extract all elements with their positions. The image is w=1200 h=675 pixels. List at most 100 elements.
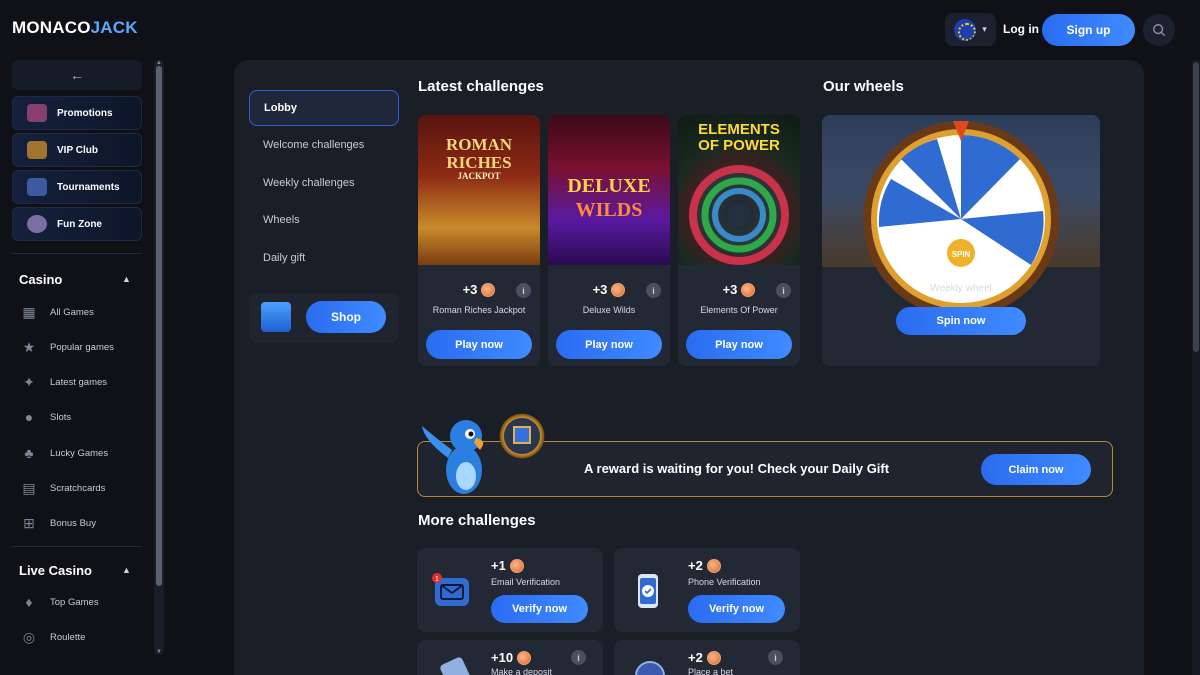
points-reward: +1 xyxy=(491,558,524,573)
bet-chip-icon xyxy=(635,661,665,675)
sidebar-item-label: Bonus Buy xyxy=(50,517,96,529)
spin-now-button[interactable]: Spin now xyxy=(896,307,1026,335)
tab-wheels[interactable]: Wheels xyxy=(249,202,399,238)
sidebar-item-lucky-games[interactable]: ♣ Lucky Games xyxy=(20,444,108,462)
game-thumbnail[interactable]: ROMAN RICHES JACKPOT xyxy=(418,115,540,265)
sidebar-item-latest-games[interactable]: ✦ Latest games xyxy=(20,373,107,391)
challenge-label: Make a deposit xyxy=(491,667,553,675)
coin-icon xyxy=(741,282,756,297)
play-now-button[interactable]: Play now xyxy=(556,330,662,359)
sidebar-promo-vip-club[interactable]: VIP Club xyxy=(12,133,142,167)
verify-email-button[interactable]: Verify now xyxy=(491,595,588,623)
points-value: +3 xyxy=(592,282,608,297)
coin-icon xyxy=(611,282,626,297)
login-button[interactable]: Log in xyxy=(1003,22,1039,36)
shop-card: Shop xyxy=(249,293,399,343)
wheel-center-label: SPIN xyxy=(952,250,971,259)
challenge-card-phone-verification: +2 Phone Verification Verify now xyxy=(614,548,800,632)
chevron-up-icon[interactable]: ▲ xyxy=(122,274,131,284)
our-wheels-title: Our wheels xyxy=(823,78,904,95)
game-name: Elements Of Power xyxy=(700,305,778,315)
star-icon: ★ xyxy=(22,338,36,355)
points-reward: +2 xyxy=(688,650,721,665)
casino-section-heading[interactable]: Casino xyxy=(19,272,62,287)
arrow-left-icon: ← xyxy=(70,67,84,83)
language-selector[interactable]: ▾ xyxy=(945,13,996,46)
roulette-icon: ◎ xyxy=(22,628,36,645)
search-icon xyxy=(1153,24,1166,37)
coin-icon xyxy=(706,558,721,573)
game-card-deluxe-wilds[interactable]: DELUXE WILDS +3 i Deluxe Wilds Play now xyxy=(548,115,670,366)
game-card-elements-of-power[interactable]: ELEMENTS OF POWER +3 i Elements Of Power… xyxy=(678,115,800,366)
promotions-icon xyxy=(27,104,47,122)
sidebar-item-label: Top Games xyxy=(50,596,99,608)
coin-icon xyxy=(509,558,524,573)
points-value: +3 xyxy=(722,282,738,297)
info-icon[interactable]: i xyxy=(646,283,661,298)
game-name: Deluxe Wilds xyxy=(582,305,636,315)
scrollbar-thumb[interactable] xyxy=(1193,62,1199,352)
scrollbar-thumb[interactable] xyxy=(156,66,162,586)
tab-lobby[interactable]: Lobby xyxy=(249,90,399,126)
logo[interactable]: MONACOJACK xyxy=(12,18,138,38)
points-reward: +10 xyxy=(491,650,532,665)
tab-weekly-challenges[interactable]: Weekly challenges xyxy=(249,165,399,201)
fun-zone-icon xyxy=(27,215,47,233)
signup-button[interactable]: Sign up xyxy=(1042,14,1135,46)
sidebar-item-popular-games[interactable]: ★ Popular games xyxy=(20,338,114,356)
promo-label: VIP Club xyxy=(57,144,98,156)
divider xyxy=(12,253,142,254)
challenge-label: Email Verification xyxy=(491,577,561,587)
play-now-button[interactable]: Play now xyxy=(426,330,532,359)
sidebar-item-roulette[interactable]: ◎ Roulette xyxy=(20,628,86,646)
game-thumbnail[interactable]: DELUXE WILDS xyxy=(548,115,670,265)
play-now-button[interactable]: Play now xyxy=(686,330,792,359)
sidebar-item-label: All Games xyxy=(50,306,94,318)
scroll-down-arrow-icon[interactable]: ▼ xyxy=(156,649,162,655)
points-reward: +2 xyxy=(688,558,721,573)
gift-icon: ⊞ xyxy=(23,514,35,531)
weekly-wheel-card[interactable]: SPIN Weekly wheel Spin now xyxy=(822,115,1100,366)
sidebar-item-all-games[interactable]: ▦ All Games xyxy=(20,303,94,321)
vip-crown-icon xyxy=(27,141,47,159)
challenge-card-place-bet: +2 i Place a bet xyxy=(614,640,800,675)
chevron-up-icon[interactable]: ▲ xyxy=(122,565,131,575)
info-icon[interactable]: i xyxy=(776,283,791,298)
eu-flag-icon xyxy=(954,18,977,41)
slot-machine-icon: ▦ xyxy=(22,303,36,320)
live-casino-section-heading[interactable]: Live Casino xyxy=(19,563,92,578)
verify-phone-button[interactable]: Verify now xyxy=(688,595,785,623)
challenge-card-email-verification: 1 +1 Email Verification Verify now xyxy=(417,548,603,632)
page-scrollbar[interactable] xyxy=(1192,60,1200,675)
logo-text-right: JACK xyxy=(90,18,138,37)
claim-now-button[interactable]: Claim now xyxy=(981,454,1091,485)
sidebar-scrollbar[interactable]: ▲ ▼ xyxy=(154,60,164,655)
collapse-sidebar-button[interactable]: ← xyxy=(12,60,142,90)
sidebar-promo-fun-zone[interactable]: Fun Zone xyxy=(12,207,142,241)
sidebar-item-scratchcards[interactable]: ▤ Scratchcards xyxy=(20,479,105,497)
info-icon[interactable]: i xyxy=(516,283,531,298)
points-value: +3 xyxy=(462,282,478,297)
game-art-text: OF POWER xyxy=(698,137,780,154)
game-card-roman-riches[interactable]: ROMAN RICHES JACKPOT +3 i Roman Riches J… xyxy=(418,115,540,366)
tab-welcome-challenges[interactable]: Welcome challenges xyxy=(249,127,399,163)
scratchcard-icon: ▤ xyxy=(22,479,36,496)
sidebar-promo-promotions[interactable]: Promotions xyxy=(12,96,142,130)
info-icon[interactable]: i xyxy=(571,650,586,665)
search-button[interactable] xyxy=(1143,14,1175,46)
wheel-thumbnail[interactable]: SPIN xyxy=(822,115,1100,317)
game-art-text: RICHES xyxy=(446,153,512,172)
sidebar-item-slots[interactable]: ● Slots xyxy=(20,408,71,426)
sidebar-item-label: Latest games xyxy=(50,376,108,388)
shop-store-icon xyxy=(261,302,291,332)
sidebar-promo-tournaments[interactable]: Tournaments xyxy=(12,170,142,204)
info-icon[interactable]: i xyxy=(768,650,783,665)
tab-daily-gift[interactable]: Daily gift xyxy=(249,240,399,276)
game-name: Roman Riches Jackpot xyxy=(432,305,526,315)
sidebar-item-bonus-buy[interactable]: ⊞ Bonus Buy xyxy=(20,514,96,532)
sidebar-item-top-games[interactable]: ♦ Top Games xyxy=(20,593,99,611)
game-art-text: DELUXE xyxy=(567,175,651,197)
phone-verification-icon xyxy=(638,574,658,608)
game-thumbnail[interactable]: ELEMENTS OF POWER xyxy=(678,115,800,265)
shop-button[interactable]: Shop xyxy=(306,301,386,333)
